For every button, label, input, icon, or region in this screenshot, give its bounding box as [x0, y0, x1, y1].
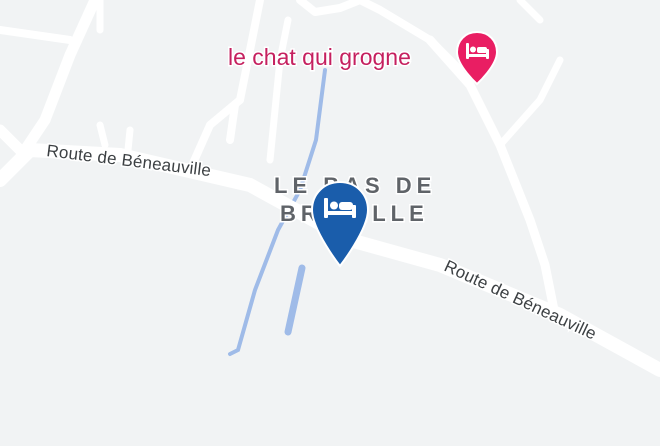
map-view[interactable]: Route de Béneauville Route de Béneauvill…	[0, 0, 660, 446]
pond	[284, 264, 306, 336]
road-center-6	[266, 16, 292, 164]
road-right-2	[496, 56, 564, 149]
road-left-7	[124, 126, 134, 154]
road-center-3	[226, 101, 239, 144]
poi-hotel-pin[interactable]	[455, 30, 499, 86]
road-label-east: Route de Béneauville	[441, 256, 599, 343]
road-left-4	[0, 26, 74, 44]
road-right-3	[516, 0, 544, 24]
road-center-4	[296, 0, 364, 16]
poi-label[interactable]: le chat qui grogne	[227, 43, 413, 72]
road-left-6	[96, 121, 109, 149]
road-left-1	[39, 0, 101, 126]
selected-hotel-marker[interactable]	[308, 180, 372, 270]
